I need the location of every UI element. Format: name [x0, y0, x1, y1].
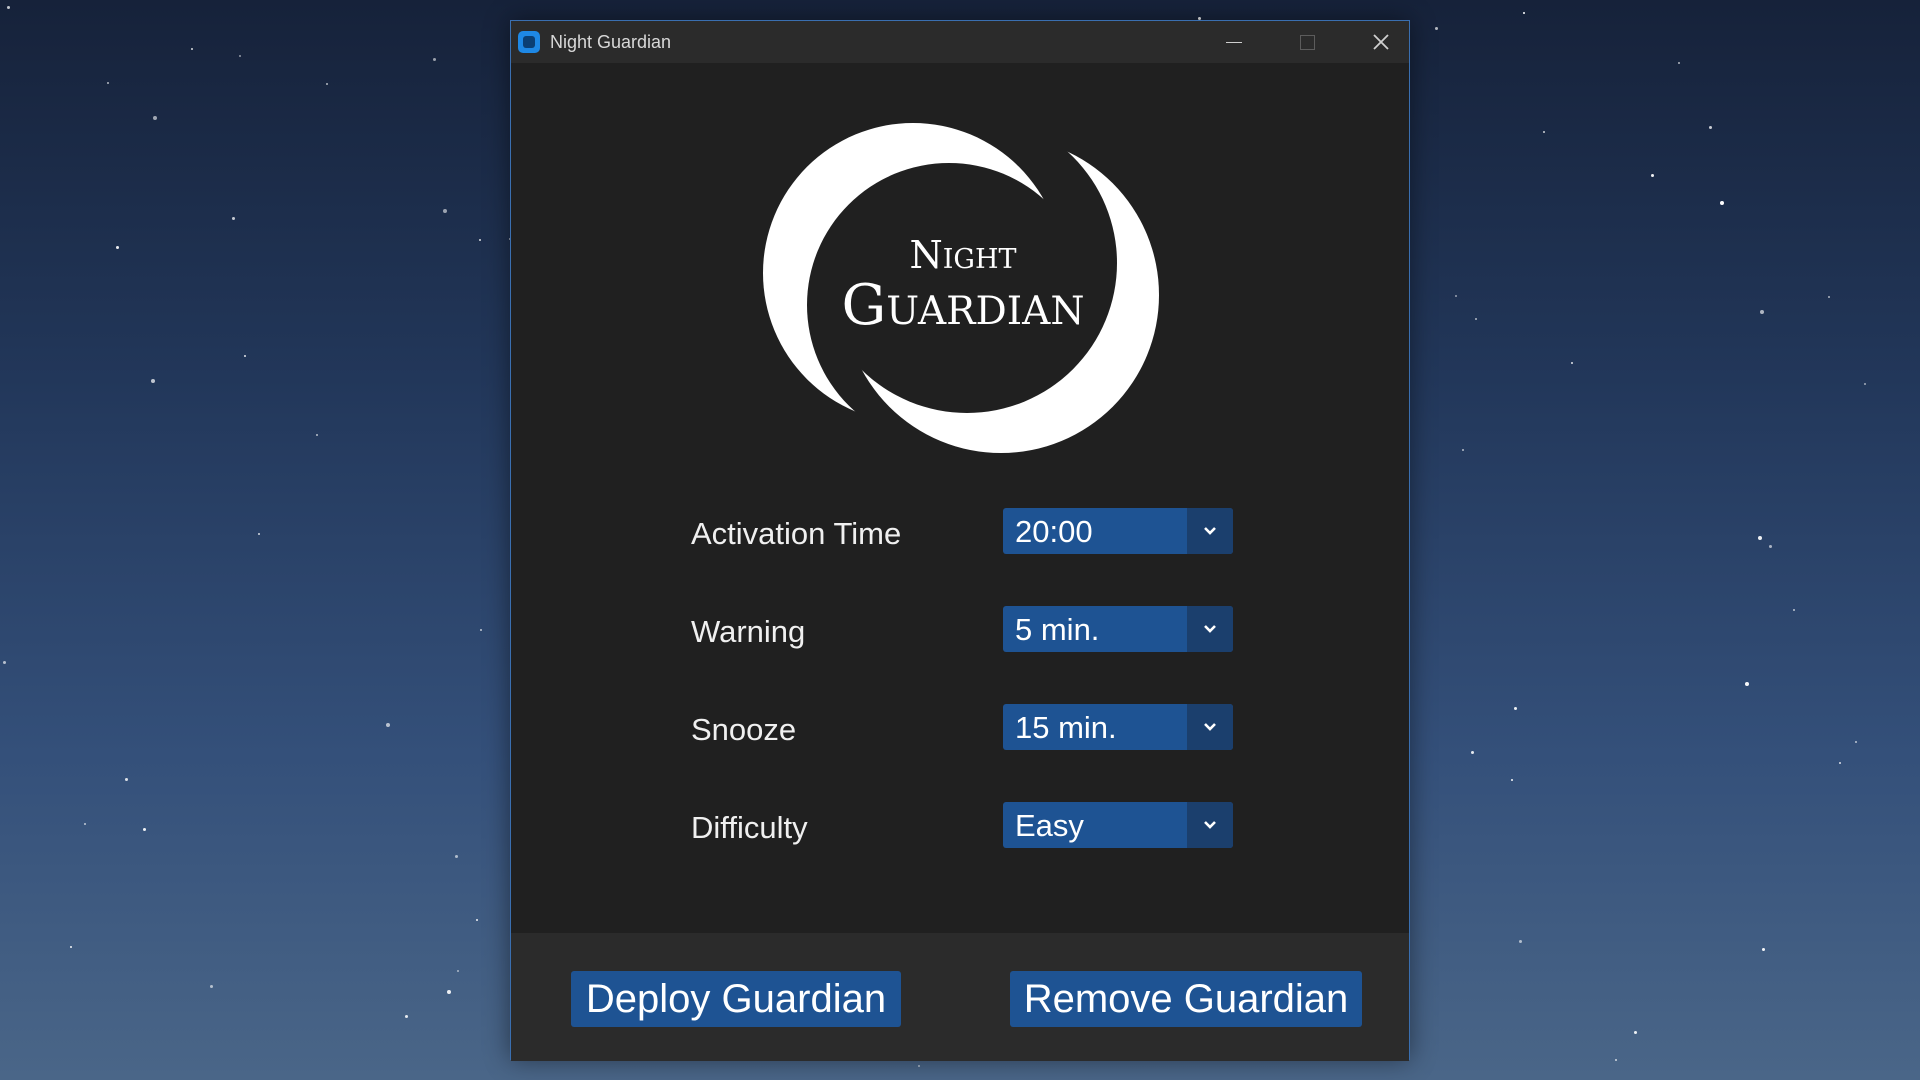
star	[1519, 940, 1522, 943]
star	[232, 217, 235, 220]
star	[210, 985, 213, 988]
star	[1855, 741, 1857, 743]
app-window: Night Guardian Night Guardian Activation…	[510, 20, 1410, 1061]
star	[405, 1015, 408, 1018]
star	[1543, 131, 1545, 133]
difficulty-value: Easy	[1015, 808, 1084, 843]
star	[476, 919, 478, 921]
star	[1769, 545, 1772, 548]
star	[244, 355, 246, 357]
remove-guardian-button[interactable]: Remove Guardian	[1010, 971, 1362, 1027]
star	[1471, 751, 1474, 754]
star	[1745, 682, 1749, 686]
star	[1571, 362, 1573, 364]
star	[1760, 310, 1764, 314]
snooze-row: Snooze 15 min.	[691, 704, 1233, 750]
star	[191, 48, 193, 50]
star	[457, 970, 459, 972]
minimize-icon	[1226, 41, 1242, 43]
night-guardian-logo: Night Guardian	[751, 113, 1171, 463]
star	[3, 661, 6, 664]
star	[258, 533, 260, 535]
star	[125, 778, 128, 781]
star	[1634, 1031, 1637, 1034]
star	[1828, 296, 1830, 298]
chevron-down-icon	[1204, 723, 1216, 731]
difficulty-row: Difficulty Easy	[691, 802, 1233, 848]
difficulty-label: Difficulty	[691, 810, 808, 845]
dropdown-button[interactable]	[1187, 606, 1233, 652]
chevron-down-icon	[1204, 527, 1216, 535]
star	[151, 379, 155, 383]
star	[1678, 62, 1680, 64]
star	[7, 6, 10, 9]
snooze-value: 15 min.	[1015, 710, 1117, 745]
star	[70, 946, 72, 948]
activation-time-row: Activation Time 20:00	[691, 508, 1233, 554]
star	[143, 828, 146, 831]
star	[1615, 1059, 1617, 1061]
title-bar[interactable]: Night Guardian	[511, 21, 1409, 63]
star	[455, 855, 458, 858]
deploy-guardian-button[interactable]: Deploy Guardian	[571, 971, 901, 1027]
action-footer: Deploy Guardian Remove Guardian	[511, 933, 1409, 1061]
star	[433, 58, 436, 61]
star	[443, 209, 447, 213]
star	[153, 116, 157, 120]
activation-time-value: 20:00	[1015, 514, 1093, 549]
logo-line-night: Night	[909, 233, 1016, 277]
warning-dropdown[interactable]: 5 min.	[1003, 606, 1233, 652]
star	[1523, 12, 1525, 14]
star	[1793, 609, 1795, 611]
star	[479, 239, 481, 241]
snooze-dropdown[interactable]: 15 min.	[1003, 704, 1233, 750]
star	[480, 629, 482, 631]
star	[1758, 536, 1762, 540]
star	[84, 823, 86, 825]
maximize-button	[1271, 21, 1343, 63]
star	[447, 990, 451, 994]
minimize-button[interactable]	[1198, 21, 1270, 63]
star	[1762, 948, 1765, 951]
star	[1651, 174, 1654, 177]
dropdown-button[interactable]	[1187, 802, 1233, 848]
star	[107, 82, 109, 84]
star	[239, 55, 241, 57]
snooze-label: Snooze	[691, 712, 797, 747]
maximize-icon	[1299, 34, 1315, 50]
star	[116, 246, 119, 249]
dropdown-button[interactable]	[1187, 704, 1233, 750]
chevron-down-icon	[1204, 821, 1216, 829]
star	[918, 1065, 920, 1067]
window-title: Night Guardian	[550, 31, 672, 52]
activation-time-dropdown[interactable]: 20:00	[1003, 508, 1233, 554]
star	[1511, 779, 1513, 781]
warning-row: Warning 5 min.	[691, 606, 1233, 652]
chevron-down-icon	[1204, 625, 1216, 633]
star	[316, 434, 318, 436]
star	[1462, 449, 1464, 451]
star	[326, 83, 328, 85]
close-button[interactable]	[1345, 21, 1417, 63]
logo-line-guardian: Guardian	[842, 273, 1085, 338]
star	[1839, 762, 1841, 764]
star	[386, 723, 390, 727]
dropdown-button[interactable]	[1187, 508, 1233, 554]
star	[1435, 27, 1438, 30]
activation-time-label: Activation Time	[691, 516, 902, 551]
warning-value: 5 min.	[1015, 612, 1100, 647]
close-icon	[1373, 34, 1389, 50]
star	[1475, 318, 1477, 320]
star	[1709, 126, 1712, 129]
difficulty-dropdown[interactable]: Easy	[1003, 802, 1233, 848]
star	[1720, 201, 1724, 205]
star	[1514, 707, 1517, 710]
star	[1864, 383, 1866, 385]
star	[1455, 295, 1457, 297]
warning-label: Warning	[691, 614, 806, 649]
app-icon	[518, 31, 540, 53]
